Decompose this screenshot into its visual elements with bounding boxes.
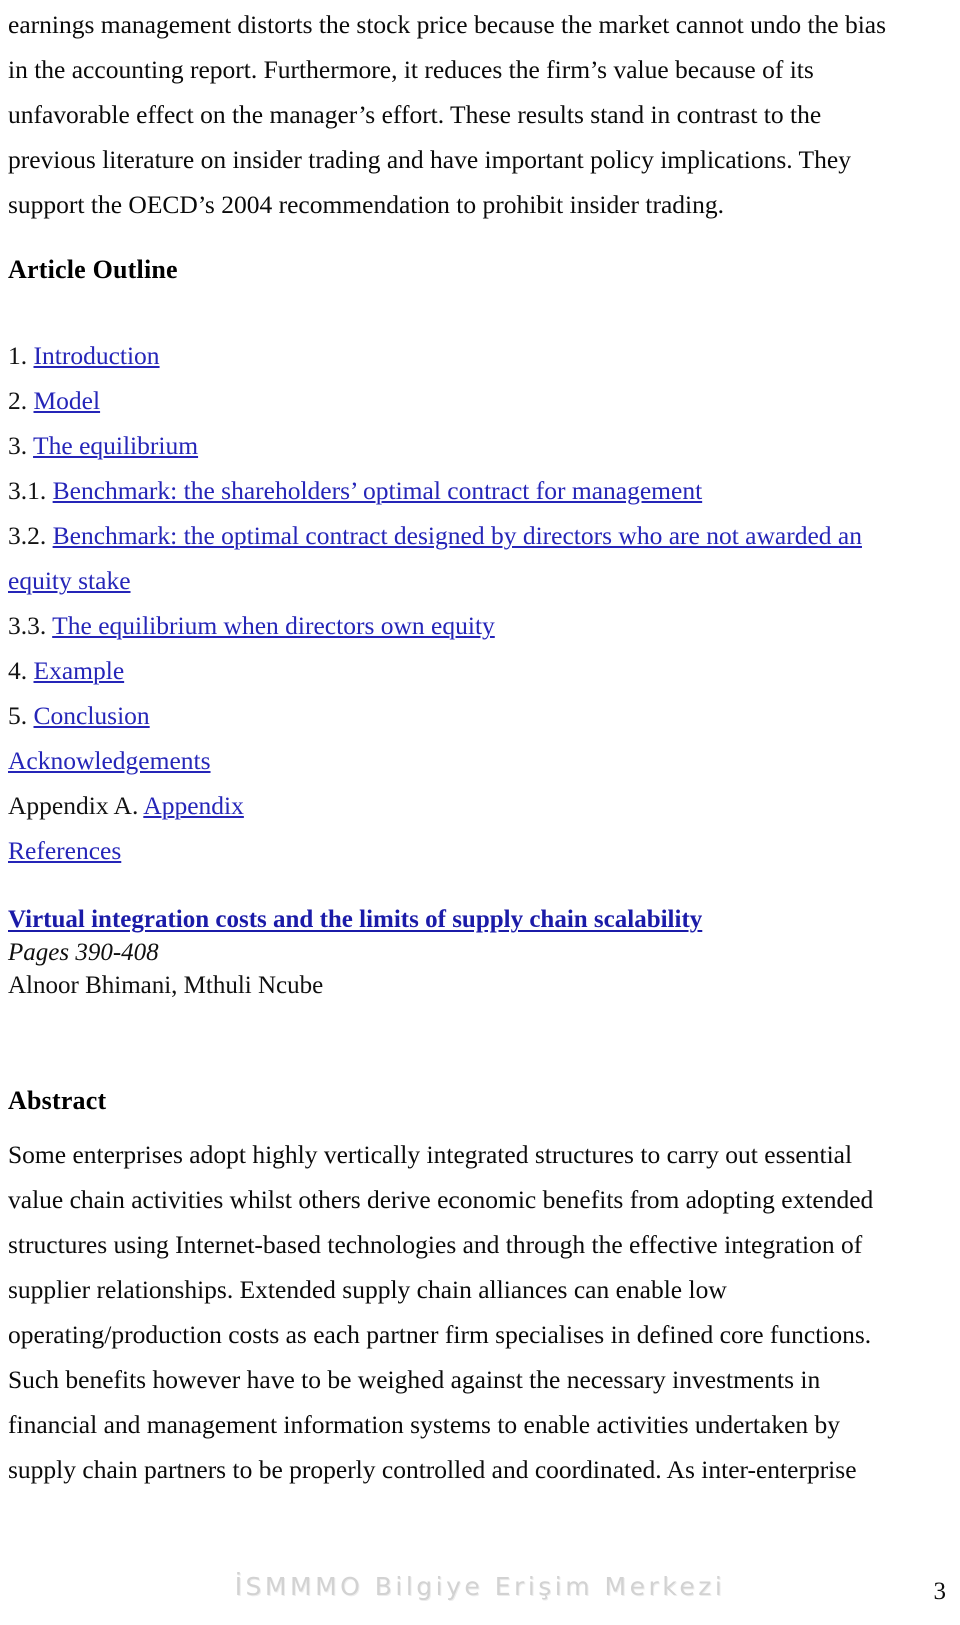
article-outline-heading: Article Outline: [8, 255, 178, 284]
outline-item: 4. Example: [8, 648, 908, 693]
outline-item-number: 3.3.: [8, 611, 47, 640]
document-page: earnings management distorts the stock p…: [0, 0, 960, 1625]
article-entry: Virtual integration costs and the limits…: [8, 903, 928, 1003]
outline-item-link[interactable]: The equilibrium: [33, 431, 198, 460]
outline-item-link[interactable]: Acknowledgements: [8, 746, 211, 775]
abstract-heading: Abstract: [8, 1086, 107, 1115]
article-title-row: Virtual integration costs and the limits…: [8, 903, 928, 937]
outline-item: 3.2. Benchmark: the optimal contract des…: [8, 513, 908, 603]
outline-item: 3. The equilibrium: [8, 423, 908, 468]
outline-item-number: 3.: [8, 431, 28, 460]
outline-item: 2. Model: [8, 378, 908, 423]
library-watermark: İSMMMO Bilgiye Erişim Merkezi: [234, 1572, 726, 1601]
outline-item: 3.3. The equilibrium when directors own …: [8, 603, 908, 648]
article-outline-list: 1. Introduction 2. Model 3. The equilibr…: [8, 333, 908, 873]
outline-item: 3.1. Benchmark: the shareholders’ optima…: [8, 468, 908, 513]
outline-item-link[interactable]: Conclusion: [34, 701, 150, 730]
outline-item-prefix: Appendix A.: [8, 791, 139, 820]
outline-item-link[interactable]: Benchmark: the shareholders’ optimal con…: [53, 476, 703, 505]
continued-paragraph: earnings management distorts the stock p…: [8, 10, 887, 219]
outline-item-number: 3.1.: [8, 476, 47, 505]
outline-item: 1. Introduction: [8, 333, 908, 378]
outline-item: References: [8, 828, 908, 873]
outline-item-number: 5.: [8, 701, 28, 730]
outline-item-link[interactable]: Example: [34, 656, 125, 685]
outline-item-link[interactable]: Model: [34, 386, 101, 415]
article-title-link[interactable]: Virtual integration costs and the limits…: [8, 903, 702, 937]
outline-item-link[interactable]: References: [8, 836, 121, 865]
outline-item: Appendix A. Appendix: [8, 783, 908, 828]
outline-item: 5. Conclusion: [8, 693, 908, 738]
article-pages: Pages 390-408: [8, 939, 159, 966]
outline-item-number: 4.: [8, 656, 28, 685]
outline-item-link[interactable]: Appendix: [143, 791, 244, 820]
outline-item-number: 1.: [8, 341, 28, 370]
outline-item-link[interactable]: Introduction: [34, 341, 160, 370]
page-number: 3: [933, 1578, 947, 1605]
abstract-text: Some enterprises adopt highly vertically…: [8, 1140, 874, 1484]
outline-item-link[interactable]: Benchmark: the optimal contract designed…: [8, 521, 862, 595]
outline-item-number: 3.2.: [8, 521, 47, 550]
outline-item: Acknowledgements: [8, 738, 908, 783]
article-authors: Alnoor Bhimani, Mthuli Ncube: [8, 972, 324, 999]
outline-item-number: 2.: [8, 386, 28, 415]
outline-item-link[interactable]: The equilibrium when directors own equit…: [52, 611, 495, 640]
